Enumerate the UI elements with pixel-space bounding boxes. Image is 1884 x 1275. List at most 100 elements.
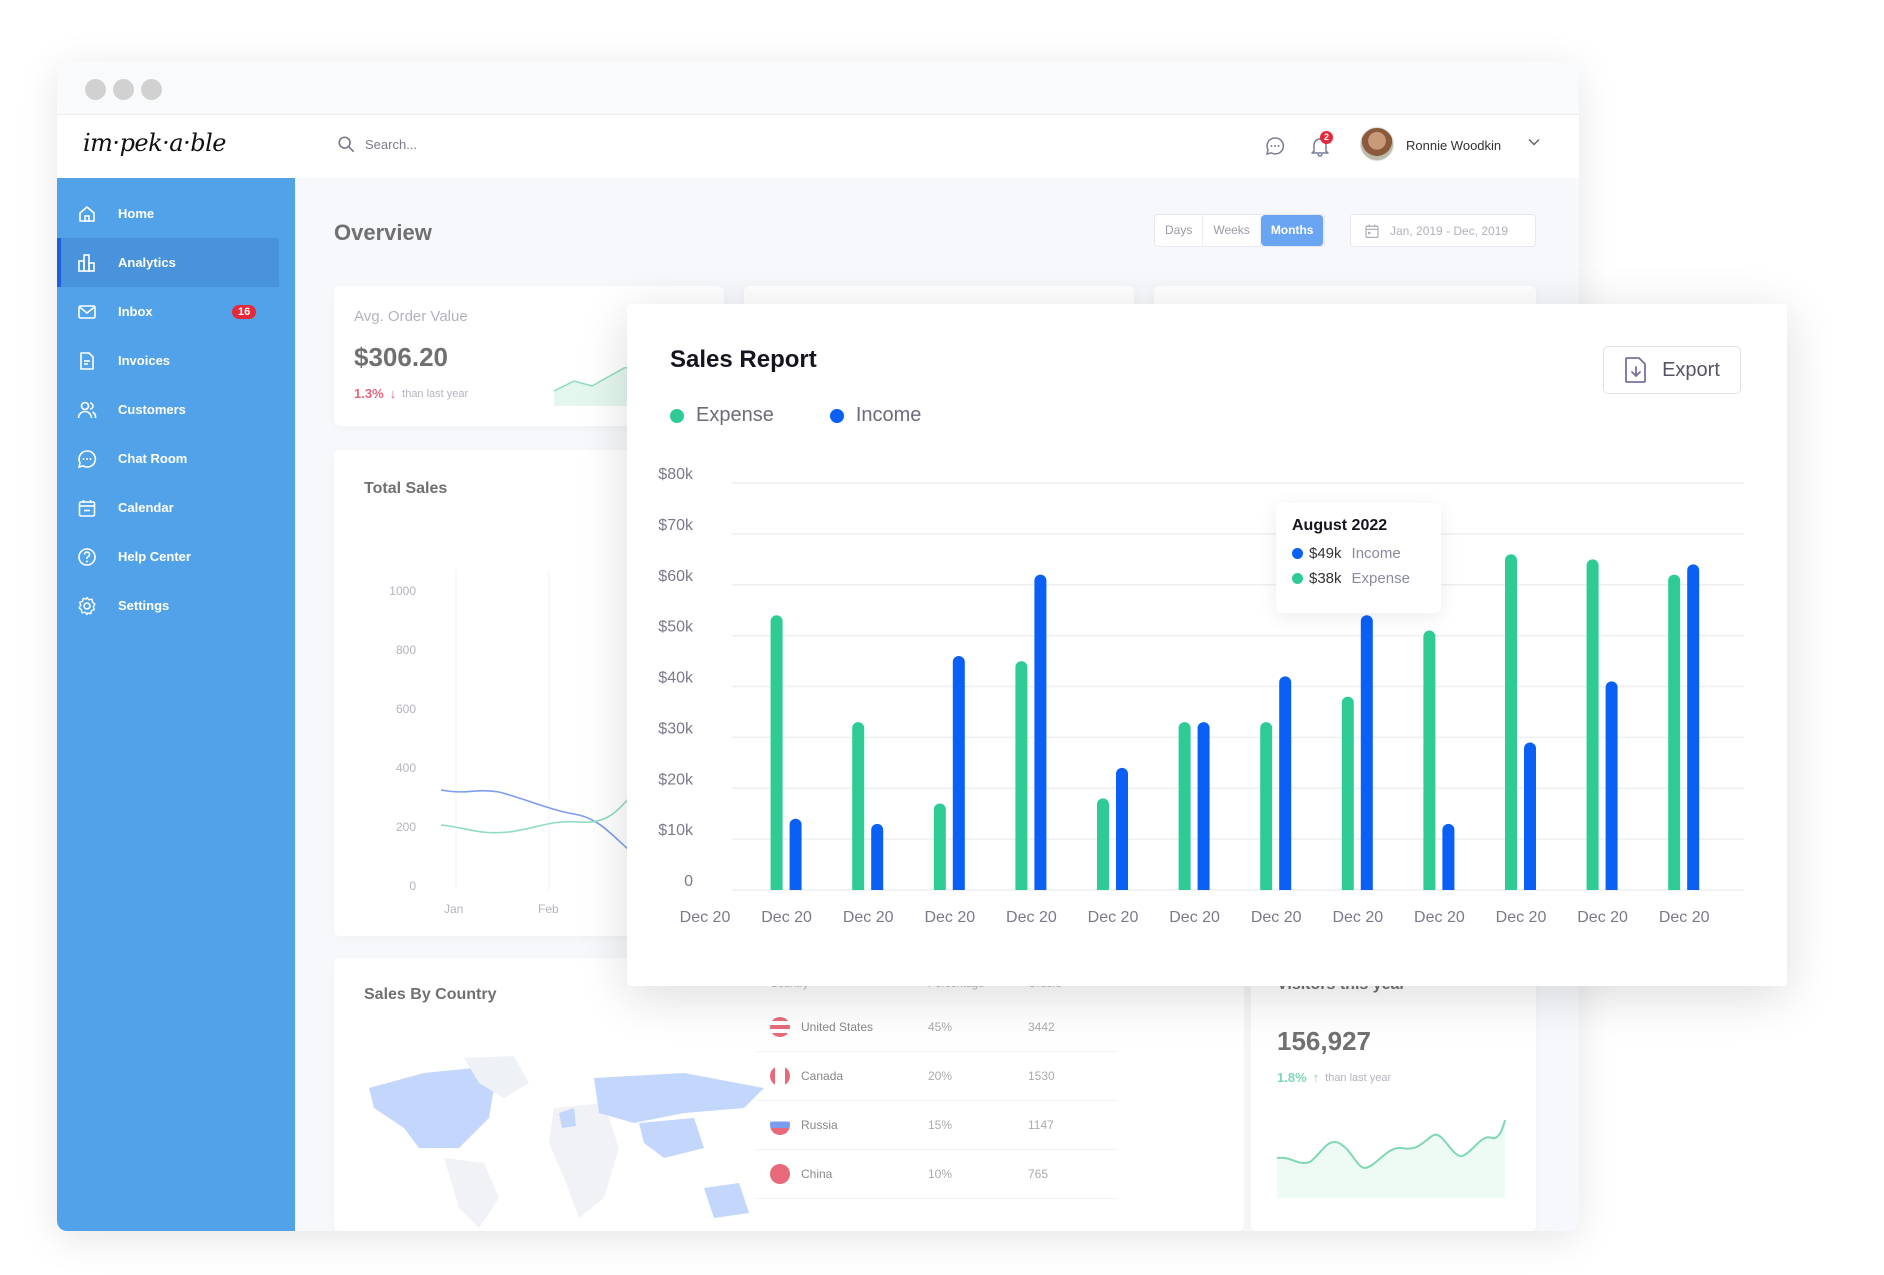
- sidebar-item-label: Invoices: [118, 353, 171, 368]
- bar-base-expense: [1423, 884, 1436, 890]
- period-days-button[interactable]: Days: [1155, 215, 1204, 246]
- sidebar-item-inbox[interactable]: Inbox 16: [57, 287, 279, 336]
- bar-expense[interactable]: [1178, 722, 1191, 890]
- bar-income[interactable]: [1687, 564, 1700, 890]
- sidebar-item-customers[interactable]: Customers: [57, 385, 279, 434]
- window-minimize-button[interactable]: [113, 79, 134, 100]
- bar-base-income: [1279, 884, 1292, 890]
- bar-income[interactable]: [1116, 767, 1128, 890]
- y-tick: 800: [395, 643, 416, 657]
- export-button[interactable]: Export: [1603, 346, 1741, 394]
- bar-base-expense: [1178, 884, 1191, 890]
- y-tick-label: $60k: [658, 568, 694, 585]
- bar-expense[interactable]: [1423, 630, 1436, 890]
- us-flag-icon: [770, 1017, 790, 1037]
- visitors-value: 156,927: [1277, 1026, 1371, 1056]
- bar-income[interactable]: [1524, 742, 1536, 890]
- bar-income[interactable]: [952, 655, 965, 890]
- bar-base-income: [1524, 884, 1536, 890]
- x-tick-label: Dec 20: [1659, 909, 1710, 926]
- bar-income[interactable]: [1442, 823, 1455, 890]
- avg-order-change: 1.3%: [354, 386, 384, 401]
- bar-expense[interactable]: [933, 803, 946, 890]
- y-tick-label: $20k: [658, 771, 694, 788]
- bar-income[interactable]: [1279, 676, 1292, 890]
- bar-base-income: [952, 884, 965, 890]
- bar-expense[interactable]: [1668, 574, 1681, 890]
- sidebar-item-chat-room[interactable]: Chat Room: [57, 434, 279, 483]
- sidebar-item-label: Calendar: [118, 500, 174, 515]
- bar-expense[interactable]: [852, 722, 865, 890]
- title-bar: [57, 61, 1579, 115]
- bar-expense[interactable]: [1505, 554, 1517, 890]
- bar-income[interactable]: [871, 823, 884, 890]
- x-tick-label: Dec 20: [1577, 909, 1628, 926]
- table-row[interactable]: Russia 15% 1147: [757, 1101, 1117, 1150]
- tooltip-income-value: $49k: [1309, 545, 1342, 562]
- chevron-down-icon[interactable]: [1527, 135, 1541, 149]
- x-tick-label: Dec 20: [1414, 909, 1465, 926]
- search-input[interactable]: [365, 136, 665, 152]
- bar-base-expense: [1505, 884, 1517, 890]
- tooltip-expense-swatch: [1292, 573, 1303, 584]
- bar-expense[interactable]: [1015, 661, 1028, 890]
- bar-expense[interactable]: [1586, 559, 1599, 890]
- bar-income[interactable]: [1605, 681, 1618, 890]
- user-name[interactable]: Ronnie Woodkin: [1406, 138, 1501, 153]
- table-row[interactable]: United States 45% 3442: [757, 1003, 1117, 1052]
- bar-income[interactable]: [789, 818, 802, 890]
- period-weeks-button[interactable]: Weeks: [1203, 215, 1261, 246]
- period-months-button[interactable]: Months: [1260, 215, 1325, 246]
- bar-base-income: [1360, 884, 1373, 890]
- sidebar-item-invoices[interactable]: Invoices: [57, 336, 279, 385]
- legend-item-income[interactable]: Income: [829, 404, 922, 427]
- sidebar-item-home[interactable]: Home: [57, 189, 279, 238]
- x-tick-label: Dec 20: [1251, 909, 1302, 926]
- y-tick: 0: [409, 879, 416, 893]
- bar-expense[interactable]: [1341, 696, 1354, 890]
- tooltip-income-swatch: [1292, 548, 1303, 559]
- tooltip-title: August 2022: [1292, 517, 1388, 534]
- date-range-picker[interactable]: Jan, 2019 - Dec, 2019: [1350, 214, 1536, 247]
- bar-expense[interactable]: [770, 615, 783, 890]
- notifications-button[interactable]: 2: [1309, 131, 1333, 157]
- y-tick-label: $10k: [658, 822, 694, 839]
- bar-base-income: [1687, 884, 1700, 890]
- sidebar-item-analytics[interactable]: Analytics: [57, 238, 279, 287]
- x-tick-label: Dec 20: [680, 909, 731, 926]
- export-label: Export: [1662, 358, 1720, 381]
- bar-expense[interactable]: [1260, 722, 1273, 890]
- sidebar-item-label: Help Center: [118, 549, 191, 564]
- legend-label: Income: [855, 404, 922, 426]
- legend-item-expense[interactable]: Expense: [670, 404, 774, 427]
- window-maximize-button[interactable]: [141, 79, 162, 100]
- x-tick-label: Dec 20: [924, 909, 975, 926]
- bar-base-income: [1442, 884, 1455, 890]
- country-orders: 3442: [1028, 1020, 1055, 1034]
- avg-order-value: $306.20: [354, 342, 448, 372]
- bar-base-income: [1197, 884, 1210, 890]
- window-close-button[interactable]: [85, 79, 106, 100]
- analytics-icon: [78, 253, 95, 272]
- legend-swatch-expense: [670, 408, 684, 423]
- bar-income[interactable]: [1034, 574, 1047, 890]
- bar-base-income: [1034, 884, 1047, 890]
- avatar[interactable]: [1360, 127, 1394, 161]
- russia-flag-icon: [770, 1115, 790, 1135]
- search-bar[interactable]: [337, 135, 665, 153]
- logo[interactable]: im·pek·a·ble: [83, 129, 226, 157]
- table-row[interactable]: Canada 20% 1530: [757, 1052, 1117, 1101]
- sidebar-item-calendar[interactable]: Calendar: [57, 483, 279, 532]
- sidebar-item-help-center[interactable]: Help Center: [57, 532, 279, 581]
- bar-base-expense: [1260, 884, 1273, 890]
- sidebar-item-settings[interactable]: Settings: [57, 581, 279, 630]
- y-tick: 600: [395, 702, 416, 716]
- bar-base-income: [789, 884, 802, 890]
- table-row[interactable]: China 10% 765: [757, 1150, 1117, 1199]
- bar-expense[interactable]: [1097, 798, 1109, 890]
- bar-income[interactable]: [1197, 722, 1210, 890]
- chat-icon[interactable]: [1264, 135, 1286, 157]
- y-tick-label: $40k: [658, 670, 694, 687]
- bar-income[interactable]: [1360, 615, 1373, 890]
- x-tick-label: Dec 20: [1006, 909, 1057, 926]
